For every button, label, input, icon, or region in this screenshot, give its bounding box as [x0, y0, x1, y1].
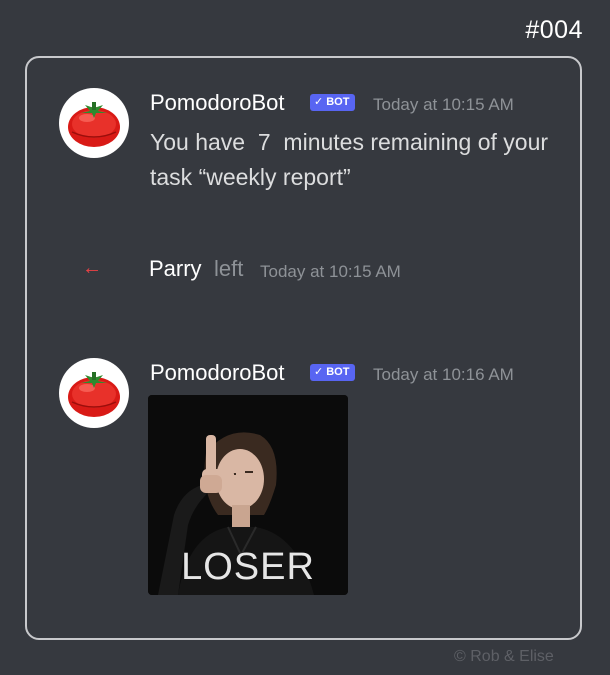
- message-timestamp[interactable]: Today at 10:16 AM: [373, 365, 514, 385]
- verified-check-icon: ✓: [314, 366, 324, 378]
- gif-caption: LOSER: [181, 546, 315, 588]
- verified-check-icon: ✓: [314, 96, 324, 108]
- leave-timestamp[interactable]: Today at 10:15 AM: [260, 262, 401, 282]
- leave-arrow-icon: ←: [82, 257, 102, 279]
- message-author[interactable]: PomodoroBot: [150, 90, 285, 116]
- gif-attachment[interactable]: LOSER: [148, 395, 348, 595]
- leave-action-text: left: [214, 256, 244, 281]
- message-text: You have 7 minutes remaining of your tas…: [150, 129, 555, 190]
- tomato-timer-icon: [68, 102, 120, 147]
- message-author[interactable]: PomodoroBot: [150, 360, 285, 386]
- bot-avatar[interactable]: [59, 358, 129, 428]
- bot-badge: ✓ BOT: [310, 94, 356, 111]
- bot-avatar[interactable]: [59, 88, 129, 158]
- bot-badge: ✓ BOT: [310, 364, 356, 381]
- bot-badge-label: BOT: [326, 366, 350, 378]
- leave-user-name[interactable]: Parry: [149, 256, 202, 282]
- message-timestamp[interactable]: Today at 10:15 AM: [373, 95, 514, 115]
- tomato-timer-icon: [68, 372, 120, 417]
- bot-badge-label: BOT: [326, 96, 350, 108]
- page-number: #004: [525, 16, 583, 44]
- credit-text: © Rob & Elise: [454, 648, 554, 665]
